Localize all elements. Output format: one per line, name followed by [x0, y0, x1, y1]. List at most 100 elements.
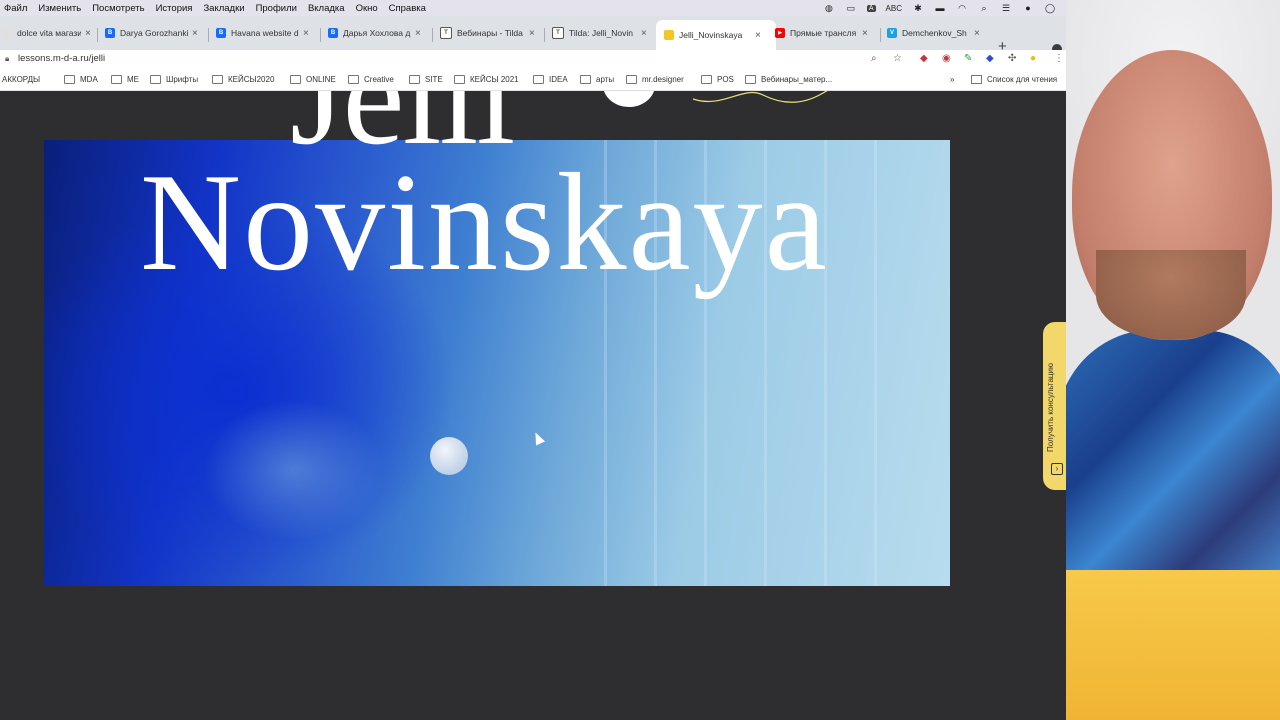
menu-view[interactable]: Посмотреть — [92, 3, 144, 14]
bookmark-label: IDEA — [549, 75, 568, 84]
bookmark-label: арты — [596, 75, 615, 84]
tab-dolce-vita[interactable]: dolce vita магазин × — [2, 20, 91, 46]
folder-icon — [212, 75, 223, 84]
reading-list-icon — [971, 75, 982, 84]
wifi-icon[interactable]: ◠ — [956, 3, 968, 13]
tab-havana-website[interactable]: B Havana website de × — [216, 20, 309, 46]
folder-icon — [701, 75, 712, 84]
input-source-label: ABC — [885, 3, 902, 13]
tab-title: Darya Gorozhankina — [120, 28, 188, 38]
bookmark-item[interactable]: АККОРДЫ — [2, 75, 40, 84]
puzzle-icon[interactable]: ✣ — [1008, 53, 1016, 64]
tab-live-streams[interactable]: ▶ Прямые трансля × — [775, 20, 868, 46]
bookmark-folder[interactable]: арты — [580, 75, 614, 84]
bookmark-folder[interactable]: IDEA — [533, 75, 568, 84]
close-icon[interactable]: × — [862, 28, 868, 39]
extension-icon[interactable]: ◆ — [920, 53, 928, 64]
bookmark-label: Creative — [364, 75, 394, 84]
address-bar: 🔒︎ lessons.m-d-a.ru/jelli ⌕ ☆ ◆ ◉ ✎ ◆ ✣ … — [0, 50, 1066, 70]
tab-demchenkov[interactable]: V Demchenkov_Sh × — [887, 20, 980, 46]
chevron-right-icon[interactable]: › — [1051, 463, 1063, 475]
search-icon[interactable]: ⌕ — [978, 3, 990, 13]
bookmark-folder[interactable]: ME — [111, 75, 139, 84]
jelli-favicon-icon — [664, 30, 674, 40]
youtube-icon: ▶ — [775, 28, 785, 38]
bookmark-label: АККОРДЫ — [2, 75, 41, 84]
bookmarks-bar: АККОРДЫ MDA ME Шрифты КЕЙСЫ2020 ONLINE C… — [0, 70, 1066, 91]
menu-file[interactable]: Файл — [4, 3, 27, 14]
tab-title: Havana website de — [231, 28, 299, 38]
tab-darya-khokhlova[interactable]: B Дарья Хохлова д × — [328, 20, 421, 46]
zoom-icon[interactable]: ⌕ — [871, 53, 877, 64]
folder-icon — [580, 75, 591, 84]
menu-window[interactable]: Окно — [356, 3, 378, 14]
bookmark-folder[interactable]: SITE — [409, 75, 443, 84]
cheek-dot — [430, 437, 468, 475]
hair-strand — [874, 140, 877, 586]
menu-profiles[interactable]: Профили — [256, 3, 297, 14]
screen-record-icon[interactable]: ▭ — [845, 3, 857, 13]
menu-help[interactable]: Справка — [389, 3, 426, 14]
menu-edit[interactable]: Изменить — [38, 3, 81, 14]
close-icon[interactable]: × — [192, 28, 198, 39]
close-icon[interactable]: × — [755, 30, 761, 41]
tilda-icon: T — [440, 27, 452, 39]
bookmark-folder[interactable]: КЕЙСЫ2020 — [212, 75, 274, 84]
bookmark-label: ONLINE — [306, 75, 336, 84]
folder-icon — [290, 75, 301, 84]
bookmark-folder[interactable]: Вебинары_матер... — [745, 75, 832, 84]
tab-webinars-tilda[interactable]: T Вебинары - Tilda × — [440, 20, 535, 46]
close-icon[interactable]: × — [85, 28, 91, 39]
bluetooth-icon[interactable]: ✱ — [912, 3, 924, 13]
bookmark-folder[interactable]: MDA — [64, 75, 98, 84]
extension-icon[interactable]: ◉ — [942, 53, 951, 64]
more-icon[interactable]: ⋮ — [1054, 53, 1064, 64]
battery-icon[interactable]: ▬ — [934, 3, 946, 13]
bookmark-folder[interactable]: POS — [701, 75, 734, 84]
tab-title: Вебинары - Tilda — [457, 28, 523, 38]
folder-icon — [64, 75, 75, 84]
menu-tab[interactable]: Вкладка — [308, 3, 345, 14]
menu-history[interactable]: История — [156, 3, 193, 14]
consultation-label[interactable]: Получить консультацию — [1046, 363, 1055, 452]
behance-icon: B — [328, 28, 338, 38]
menubar-status-area: ◍ ▭ A ABC ✱ ▬ ◠ ⌕ ☰ ● ◯ — [823, 0, 1056, 16]
behance-icon: B — [105, 28, 115, 38]
bookmark-folder[interactable]: mr.designer — [626, 75, 684, 84]
bookmark-folder[interactable]: Creative — [348, 75, 394, 84]
siri-icon[interactable]: ● — [1022, 3, 1034, 13]
bookmark-label: КЕЙСЫ 2021 — [470, 75, 519, 84]
lock-icon[interactable]: 🔒︎ — [5, 54, 9, 64]
presenter-beard — [1096, 250, 1246, 340]
webcam-overlay — [1066, 0, 1280, 720]
tab-title: Demchenkov_Sh — [902, 28, 967, 38]
close-icon[interactable]: × — [415, 28, 421, 39]
notification-icon[interactable]: ◯ — [1044, 3, 1056, 13]
bookmark-folder[interactable]: Шрифты — [150, 75, 198, 84]
white-dot-decoration — [603, 91, 655, 107]
star-icon[interactable]: ☆ — [893, 53, 902, 64]
close-icon[interactable]: × — [641, 28, 647, 39]
tab-darya-gorozhankina[interactable]: B Darya Gorozhankina × — [105, 20, 198, 46]
bookmark-folder[interactable]: КЕЙСЫ 2021 — [454, 75, 519, 84]
close-icon[interactable]: × — [303, 28, 309, 39]
reading-list-button[interactable]: Список для чтения — [971, 75, 1057, 84]
presenter-shirt — [1066, 330, 1280, 580]
extension-icon[interactable]: ✎ — [964, 53, 972, 64]
bookmarks-overflow-button[interactable]: » — [950, 75, 954, 84]
profile-avatar-icon[interactable]: ● — [1030, 53, 1036, 64]
close-icon[interactable]: × — [974, 28, 980, 39]
bookmark-folder[interactable]: ONLINE — [290, 75, 336, 84]
globe-icon[interactable]: ◍ — [823, 3, 835, 13]
control-center-icon[interactable]: ☰ — [1000, 3, 1012, 13]
tab-jelli-novinskaya[interactable]: Jelli_Novinskaya × — [656, 20, 776, 50]
folder-icon — [533, 75, 544, 84]
url-field[interactable]: lessons.m-d-a.ru/jelli — [18, 53, 105, 64]
folder-icon — [626, 75, 637, 84]
reading-list-label: Список для чтения — [987, 75, 1058, 84]
extension-icon[interactable]: ◆ — [986, 53, 994, 64]
tab-tilda-jelli[interactable]: T Tilda: Jelli_Novin × — [552, 20, 647, 46]
input-source-badge[interactable]: A — [866, 4, 876, 12]
close-icon[interactable]: × — [529, 28, 535, 39]
menu-bookmarks[interactable]: Закладки — [203, 3, 244, 14]
